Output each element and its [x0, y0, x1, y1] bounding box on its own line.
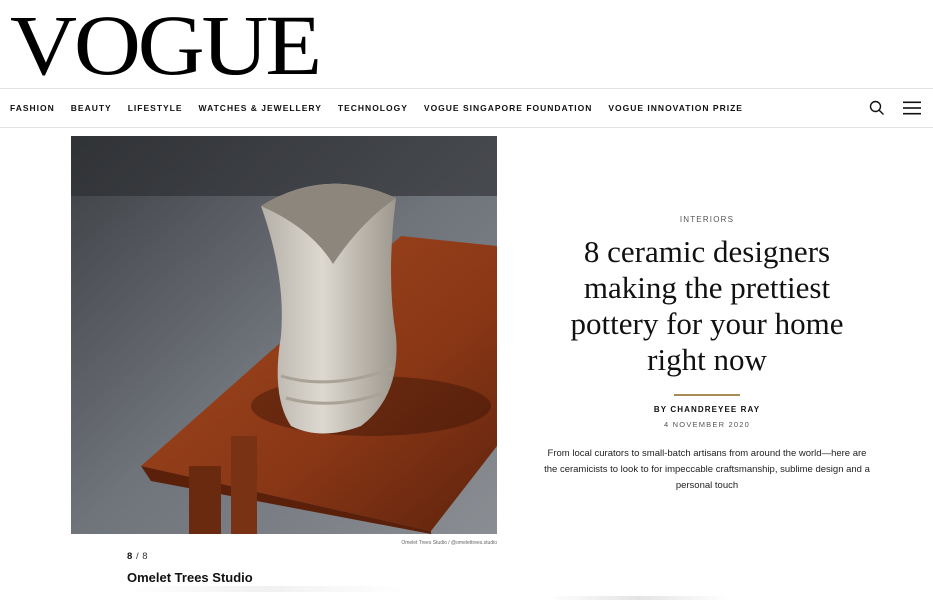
- photo-credit: Omelet Trees Studio / @omelettrees.studi…: [401, 540, 497, 546]
- article-category[interactable]: INTERIORS: [540, 215, 874, 224]
- main-nav: FASHION BEAUTY LIFESTYLE WATCHES & JEWEL…: [0, 88, 933, 128]
- slide-total: 8: [142, 551, 149, 562]
- article-byline[interactable]: BY CHANDREYEE RAY: [540, 405, 874, 414]
- nav-item-vogue-innovation-prize[interactable]: VOGUE INNOVATION PRIZE: [608, 103, 743, 113]
- bottom-fade-divider: [548, 596, 728, 600]
- slide-caption: Omelet Trees Studio: [127, 570, 253, 585]
- nav-item-technology[interactable]: TECHNOLOGY: [338, 103, 408, 113]
- ceramic-vase-photo: [71, 136, 497, 534]
- caption-fade-divider: [127, 586, 407, 592]
- nav-item-fashion[interactable]: FASHION: [10, 103, 55, 113]
- slide-separator: /: [135, 551, 140, 562]
- vogue-logo[interactable]: VOGUE: [10, 2, 322, 88]
- hamburger-menu-icon[interactable]: [903, 101, 921, 115]
- article-header: INTERIORS 8 ceramic designers making the…: [540, 210, 874, 494]
- slide-current: 8: [127, 551, 133, 562]
- search-icon[interactable]: [869, 100, 885, 116]
- nav-item-watches-jewellery[interactable]: WATCHES & JEWELLERY: [199, 103, 322, 113]
- nav-item-lifestyle[interactable]: LIFESTYLE: [128, 103, 183, 113]
- slide-counter: 8 / 8: [127, 551, 148, 562]
- nav-items: FASHION BEAUTY LIFESTYLE WATCHES & JEWEL…: [10, 89, 759, 127]
- nav-icons: [869, 89, 921, 127]
- nav-item-beauty[interactable]: BEAUTY: [71, 103, 112, 113]
- nav-item-vogue-singapore-foundation[interactable]: VOGUE SINGAPORE FOUNDATION: [424, 103, 592, 113]
- accent-divider: [674, 394, 740, 396]
- hero-image-ceramic-vase[interactable]: [71, 136, 497, 534]
- article-dek: From local curators to small-batch artis…: [544, 448, 870, 491]
- article-headline: 8 ceramic designers making the prettiest…: [570, 234, 844, 377]
- article-date: 4 NOVEMBER 2020: [664, 420, 750, 429]
